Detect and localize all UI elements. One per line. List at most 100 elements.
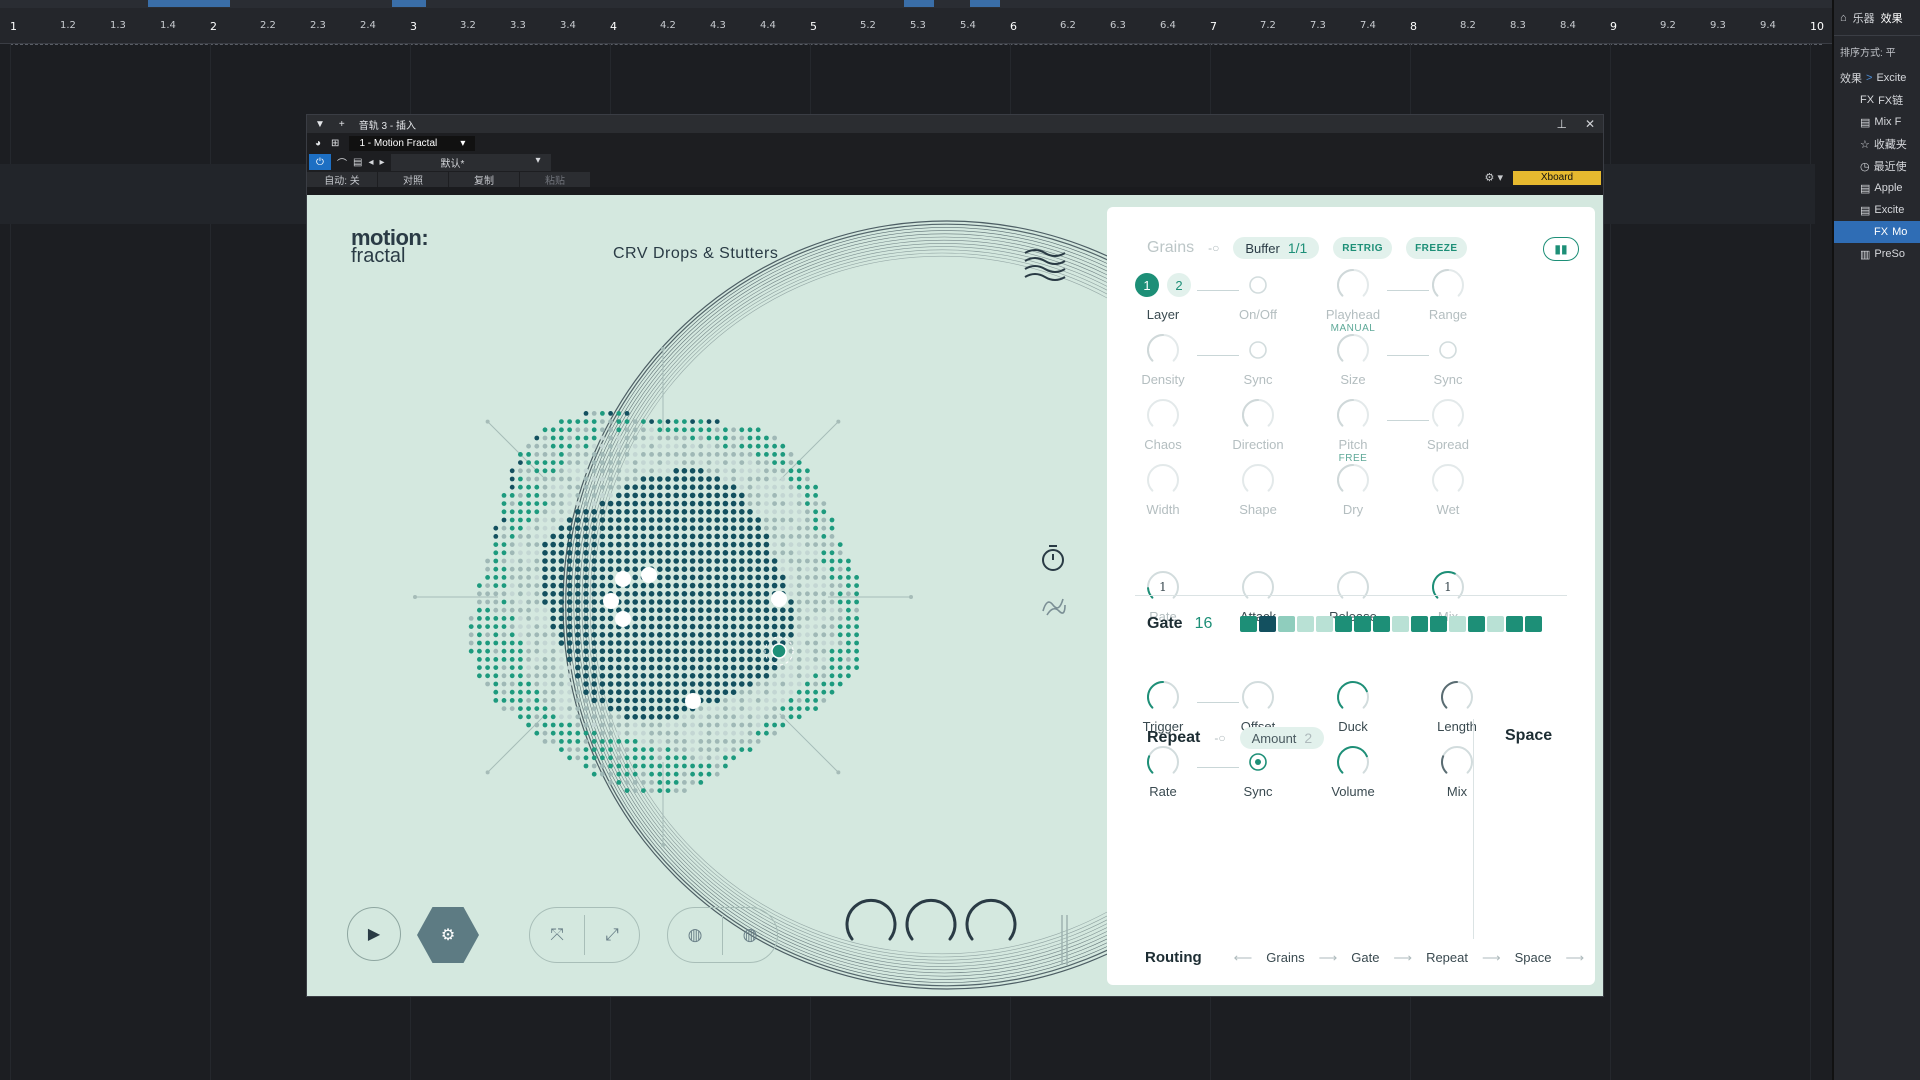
route-gate[interactable]: Gate (1351, 950, 1379, 965)
knob-icon[interactable] (1335, 462, 1371, 498)
layer-selector[interactable]: 1 2 Layer (1113, 267, 1213, 322)
prev-preset-button[interactable]: ◂ (368, 157, 373, 168)
pitch-knob[interactable]: Pitch FREE (1303, 397, 1403, 464)
gate-step[interactable] (1278, 616, 1296, 632)
gate-step[interactable] (1240, 616, 1258, 632)
gate-step[interactable] (1487, 616, 1505, 632)
browser-item[interactable]: FX Mo (1834, 221, 1920, 243)
link-icon[interactable]: -○ (1208, 241, 1219, 255)
gate-step[interactable] (1316, 616, 1334, 632)
volume-knob[interactable]: Volume (1303, 744, 1403, 799)
knob-icon[interactable] (1335, 397, 1371, 433)
sidechain-icon[interactable]: ⌒ (337, 155, 347, 170)
copy-button[interactable]: 复制 (449, 171, 519, 187)
browser-item[interactable]: ▥ PreSo (1834, 243, 1920, 265)
trigger-knob[interactable]: Trigger (1113, 679, 1213, 734)
macro-knob[interactable] (963, 895, 1019, 951)
gate-step[interactable] (1259, 616, 1277, 632)
grain-point[interactable] (685, 693, 701, 709)
close-icon[interactable]: ✕ (1585, 117, 1595, 131)
toggle-icon[interactable] (1430, 332, 1466, 368)
gear-icon[interactable]: ⚙ ▾ (1485, 171, 1503, 184)
gate-step[interactable] (1297, 616, 1315, 632)
gate-step[interactable] (1468, 616, 1486, 632)
view-size-toggle[interactable]: ⤧ ⤢ (529, 907, 640, 963)
knob-icon[interactable] (1439, 679, 1475, 715)
gate-step[interactable] (1411, 616, 1429, 632)
gate-step[interactable] (1525, 616, 1543, 632)
lfo-curve-icon[interactable] (1042, 598, 1066, 616)
knob-icon[interactable] (1145, 332, 1181, 368)
collapse-view-icon[interactable]: ⤧ (530, 925, 584, 945)
grain-point[interactable] (615, 611, 631, 627)
range-knob[interactable]: Range (1398, 267, 1498, 322)
xboard-button[interactable]: Xboard (1513, 171, 1601, 185)
preset-menu-icon[interactable]: ▤ (353, 157, 362, 168)
grain-point[interactable] (771, 591, 787, 607)
insert-slot-select[interactable]: 1 - Motion Fractal ▾ (349, 135, 476, 151)
paste-button[interactable]: 粘贴 (520, 171, 590, 187)
browser-item[interactable]: ▤ Mix F (1834, 111, 1920, 133)
browser-item[interactable]: ◷ 最近使 (1834, 155, 1920, 177)
browser-item[interactable]: ▤ Apple (1834, 177, 1920, 199)
repeat-sync-toggle[interactable]: Sync (1208, 744, 1308, 799)
knob-icon[interactable] (1439, 744, 1475, 780)
snapshot-a-icon[interactable]: ◍ (668, 925, 722, 945)
route-grains[interactable]: Grains (1266, 950, 1304, 965)
add-icon[interactable]: + (339, 119, 345, 130)
knob-icon[interactable] (1335, 679, 1371, 715)
space-length-knob[interactable]: Length (1407, 679, 1507, 734)
knob-icon[interactable] (1335, 267, 1371, 303)
gate-step[interactable] (1392, 616, 1410, 632)
home-icon[interactable]: ⌂ (1840, 12, 1847, 24)
retrig-button[interactable]: RETRIG (1333, 237, 1393, 259)
gate-step[interactable] (1335, 616, 1353, 632)
collapse-icon[interactable]: ▼ (315, 119, 325, 130)
browser-breadcrumb[interactable]: 效果 > Excite (1834, 67, 1920, 89)
spread-knob[interactable]: Spread (1398, 397, 1498, 452)
browser-item[interactable]: FX FX链 (1834, 89, 1920, 111)
grain-visualizer[interactable] (307, 195, 1107, 996)
timer-icon[interactable] (1042, 545, 1064, 571)
shape-knob[interactable]: Shape (1208, 462, 1308, 517)
knob-icon[interactable] (1335, 332, 1371, 368)
knob-icon[interactable]: 1 (1145, 569, 1181, 605)
space-mix-knob[interactable]: Mix (1407, 744, 1507, 799)
knob-icon[interactable] (1240, 397, 1276, 433)
grain-points[interactable] (603, 567, 794, 709)
timeline-ruler[interactable]: 1 1.2 1.3 1.4 2 2.2 2.3 2.4 3 3.2 3.3 3.4 4 4.2 4.3 4.4… (0, 8, 1832, 45)
gate-step[interactable] (1373, 616, 1391, 632)
repeat-amount[interactable]: Amount 2 (1239, 727, 1325, 749)
offset-knob[interactable]: Offset (1208, 679, 1308, 734)
knob-icon[interactable] (1145, 462, 1181, 498)
gate-step[interactable] (1449, 616, 1467, 632)
gate-step[interactable] (1506, 616, 1524, 632)
size-knob[interactable]: Size (1303, 332, 1403, 387)
layer-2-button[interactable]: 2 (1167, 273, 1191, 297)
next-preset-button[interactable]: ▸ (379, 157, 384, 168)
automation-toggle[interactable]: 自动: 关 (307, 171, 377, 187)
knob-icon[interactable] (1145, 679, 1181, 715)
routing-icon[interactable]: ⊞ (331, 138, 339, 149)
expand-view-icon[interactable]: ⤢ (585, 925, 639, 945)
grain-point[interactable] (641, 567, 657, 583)
grain-point[interactable] (603, 593, 619, 609)
bypass-icon[interactable]: ◕ (315, 138, 321, 149)
duck-knob[interactable]: Duck (1303, 679, 1403, 734)
density-knob[interactable]: Density (1113, 332, 1213, 387)
route-repeat[interactable]: Repeat (1426, 950, 1468, 965)
toggle-icon[interactable] (1240, 332, 1276, 368)
snapshot-toggle[interactable]: ◍ ◍ (667, 907, 778, 963)
dry-knob[interactable]: Dry (1303, 462, 1403, 517)
bar-chart-icon[interactable]: ▮▮ (1543, 237, 1579, 261)
freeze-button[interactable]: FREEZE (1406, 237, 1467, 259)
tab-effects[interactable]: 效果 (1881, 10, 1903, 26)
grain-point[interactable] (615, 571, 631, 587)
knob-icon[interactable]: 1 (1430, 569, 1466, 605)
toggle-icon[interactable] (1240, 744, 1276, 780)
macro-knob[interactable] (843, 895, 899, 951)
playhead-knob[interactable]: Playhead MANUAL (1303, 267, 1403, 334)
macro-knob[interactable] (903, 895, 959, 951)
browser-item[interactable]: ▤ Excite (1834, 199, 1920, 221)
knob-icon[interactable] (1430, 397, 1466, 433)
